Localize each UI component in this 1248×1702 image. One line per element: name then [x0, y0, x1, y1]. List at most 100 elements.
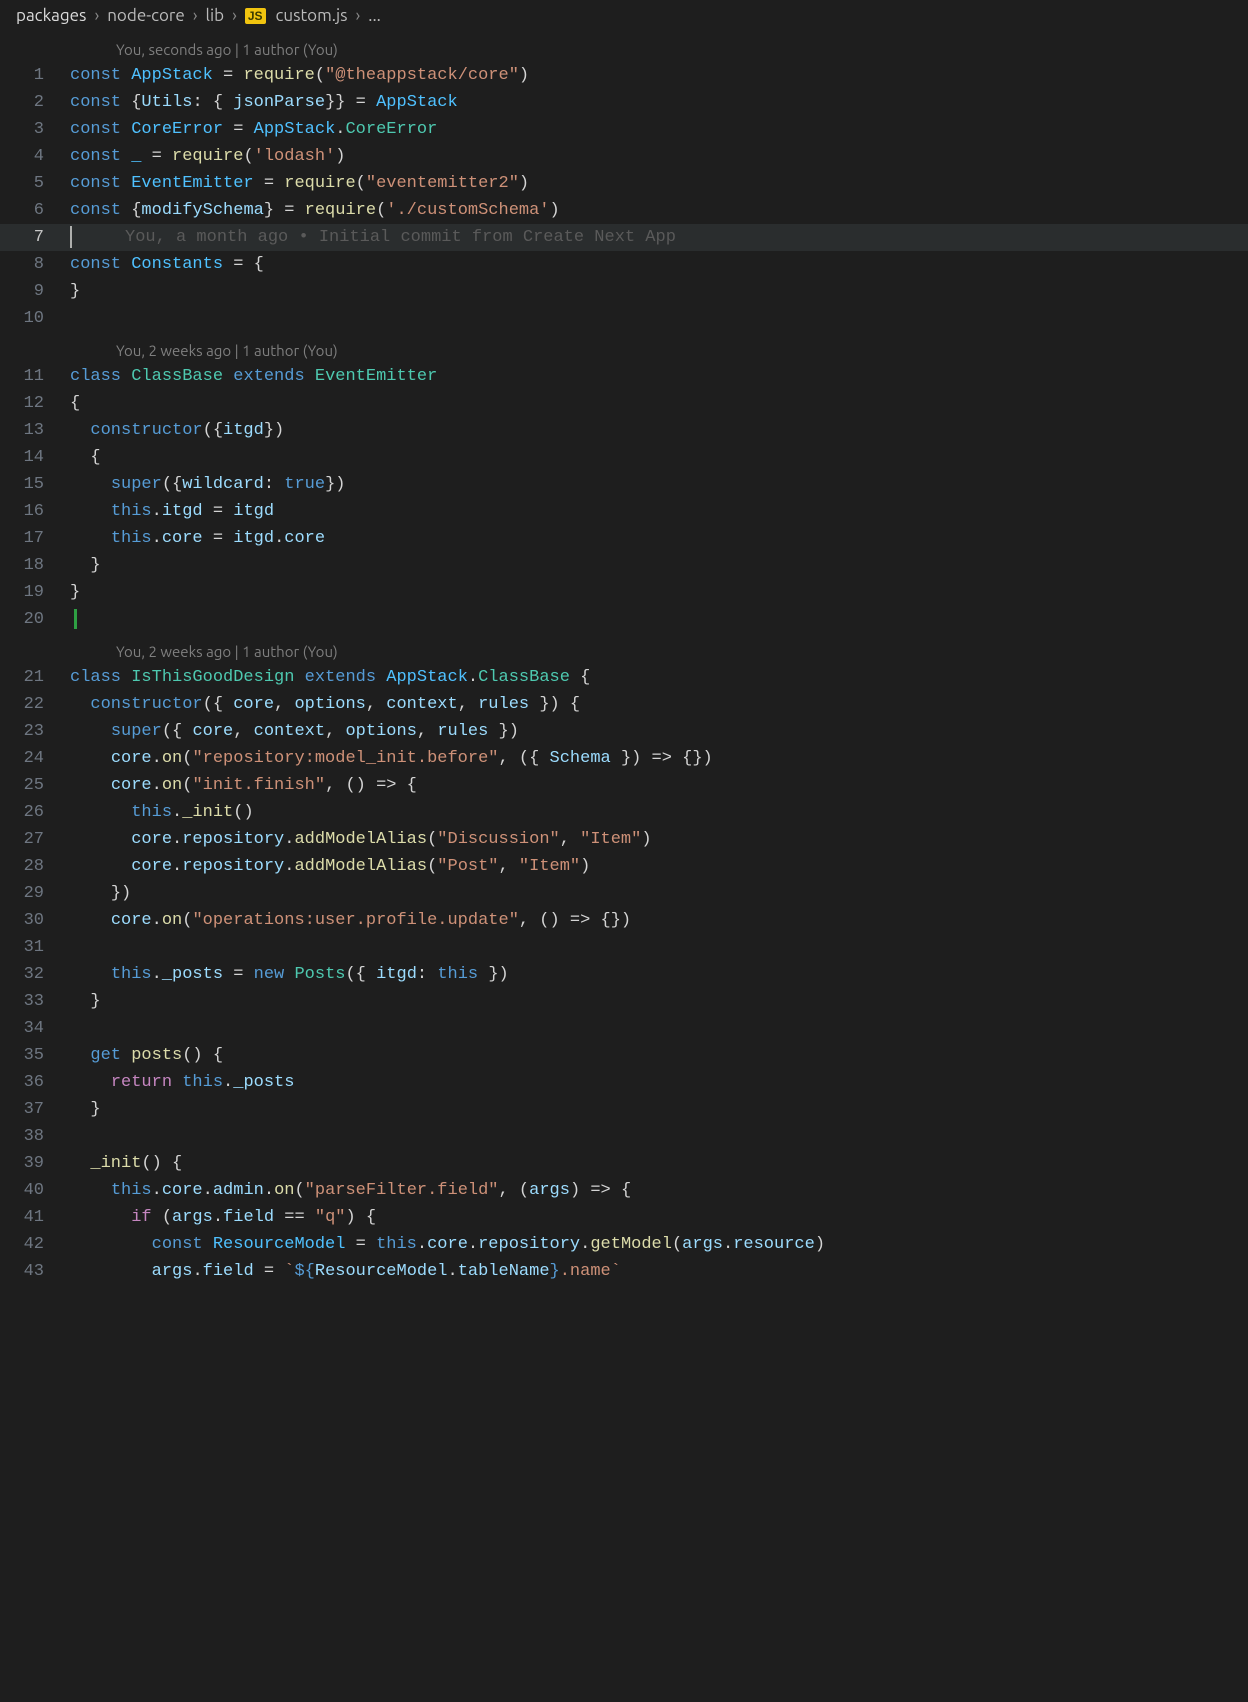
code-line[interactable]: 32 this._posts = new Posts({ itgd: this …	[0, 961, 1248, 988]
line-number: 36	[0, 1069, 70, 1096]
code-line[interactable]: 10	[0, 305, 1248, 332]
line-number: 37	[0, 1096, 70, 1123]
line-number: 2	[0, 89, 70, 116]
code-line[interactable]: 34	[0, 1015, 1248, 1042]
line-number: 12	[0, 390, 70, 417]
line-number: 27	[0, 826, 70, 853]
codelens-annotation[interactable]: You, 2 weeks ago | 1 author (You)	[0, 342, 1248, 359]
code-line[interactable]: 23 super({ core, context, options, rules…	[0, 718, 1248, 745]
line-number: 32	[0, 961, 70, 988]
code-line[interactable]: 11class ClassBase extends EventEmitter	[0, 363, 1248, 390]
code-line[interactable]: 15 super({wildcard: true})	[0, 471, 1248, 498]
line-number: 3	[0, 116, 70, 143]
line-number: 34	[0, 1015, 70, 1042]
line-number: 1	[0, 62, 70, 89]
code-line[interactable]: 4const _ = require('lodash')	[0, 143, 1248, 170]
code-line[interactable]: 39 _init() {	[0, 1150, 1248, 1177]
code-line[interactable]: 18 }	[0, 552, 1248, 579]
code-line[interactable]: 30 core.on("operations:user.profile.upda…	[0, 907, 1248, 934]
chevron-right-icon: ›	[94, 6, 99, 25]
breadcrumb[interactable]: packages › node-core › lib › JS custom.j…	[0, 0, 1248, 31]
line-number: 29	[0, 880, 70, 907]
line-number: 5	[0, 170, 70, 197]
line-number: 21	[0, 664, 70, 691]
code-line[interactable]: 22 constructor({ core, options, context,…	[0, 691, 1248, 718]
code-line[interactable]: 9}	[0, 278, 1248, 305]
inline-blame: You, a month ago • Initial commit from C…	[125, 228, 676, 247]
code-line[interactable]: 8const Constants = {	[0, 251, 1248, 278]
code-line[interactable]: 43 args.field = `${ResourceModel.tableNa…	[0, 1258, 1248, 1285]
line-number: 42	[0, 1231, 70, 1258]
code-line[interactable]: 37 }	[0, 1096, 1248, 1123]
gutter-added-icon	[74, 609, 77, 629]
code-line[interactable]: 14 {	[0, 444, 1248, 471]
code-line[interactable]: 5const EventEmitter = require("eventemit…	[0, 170, 1248, 197]
line-number: 43	[0, 1258, 70, 1285]
code-line[interactable]: 38	[0, 1123, 1248, 1150]
code-line[interactable]: 12{	[0, 390, 1248, 417]
line-number: 24	[0, 745, 70, 772]
code-line[interactable]: 16 this.itgd = itgd	[0, 498, 1248, 525]
code-line[interactable]: 19}	[0, 579, 1248, 606]
code-line[interactable]: 24 core.on("repository:model_init.before…	[0, 745, 1248, 772]
breadcrumb-seg[interactable]: lib	[206, 6, 225, 25]
line-number: 30	[0, 907, 70, 934]
code-line[interactable]: 33 }	[0, 988, 1248, 1015]
code-line[interactable]: 6const {modifySchema} = require('./custo…	[0, 197, 1248, 224]
line-number: 8	[0, 251, 70, 278]
code-line[interactable]: 31	[0, 934, 1248, 961]
chevron-right-icon: ›	[232, 6, 237, 25]
line-number: 7	[0, 224, 70, 251]
code-line[interactable]: 40 this.core.admin.on("parseFilter.field…	[0, 1177, 1248, 1204]
codelens-annotation[interactable]: You, 2 weeks ago | 1 author (You)	[0, 643, 1248, 660]
code-line[interactable]: 13 constructor({itgd})	[0, 417, 1248, 444]
code-line[interactable]: 2const {Utils: { jsonParse}} = AppStack	[0, 89, 1248, 116]
chevron-right-icon: ›	[355, 6, 360, 25]
line-number: 33	[0, 988, 70, 1015]
line-number: 14	[0, 444, 70, 471]
line-number: 17	[0, 525, 70, 552]
code-line[interactable]: 29 })	[0, 880, 1248, 907]
code-editor[interactable]: You, seconds ago | 1 author (You) 1const…	[0, 41, 1248, 1285]
code-line[interactable]: 21class IsThisGoodDesign extends AppStac…	[0, 664, 1248, 691]
line-number: 20	[0, 606, 70, 633]
js-file-icon: JS	[245, 8, 266, 24]
line-number: 10	[0, 305, 70, 332]
line-number: 39	[0, 1150, 70, 1177]
breadcrumb-seg[interactable]: packages	[16, 6, 86, 25]
code-line-current[interactable]: 7 You, a month ago • Initial commit from…	[0, 224, 1248, 251]
line-number: 35	[0, 1042, 70, 1069]
codelens-annotation[interactable]: You, seconds ago | 1 author (You)	[0, 41, 1248, 58]
code-line[interactable]: 3const CoreError = AppStack.CoreError	[0, 116, 1248, 143]
line-number: 23	[0, 718, 70, 745]
code-line[interactable]: 42 const ResourceModel = this.core.repos…	[0, 1231, 1248, 1258]
line-number: 11	[0, 363, 70, 390]
line-number: 40	[0, 1177, 70, 1204]
code-line[interactable]: 36 return this._posts	[0, 1069, 1248, 1096]
code-line[interactable]: 25 core.on("init.finish", () => {	[0, 772, 1248, 799]
line-number: 38	[0, 1123, 70, 1150]
code-line[interactable]: 35 get posts() {	[0, 1042, 1248, 1069]
line-number: 26	[0, 799, 70, 826]
cursor-icon	[70, 226, 72, 248]
line-number: 41	[0, 1204, 70, 1231]
code-line[interactable]: 41 if (args.field == "q") {	[0, 1204, 1248, 1231]
line-number: 4	[0, 143, 70, 170]
line-number: 18	[0, 552, 70, 579]
line-number: 16	[0, 498, 70, 525]
line-number: 25	[0, 772, 70, 799]
breadcrumb-seg[interactable]: node-core	[107, 6, 185, 25]
breadcrumb-seg[interactable]: ...	[368, 6, 381, 25]
line-number: 9	[0, 278, 70, 305]
code-line[interactable]: 26 this._init()	[0, 799, 1248, 826]
code-line[interactable]: 20	[0, 606, 1248, 633]
code-line[interactable]: 1const AppStack = require("@theappstack/…	[0, 62, 1248, 89]
code-line[interactable]: 28 core.repository.addModelAlias("Post",…	[0, 853, 1248, 880]
code-line[interactable]: 17 this.core = itgd.core	[0, 525, 1248, 552]
code-line[interactable]: 27 core.repository.addModelAlias("Discus…	[0, 826, 1248, 853]
line-number: 15	[0, 471, 70, 498]
line-number: 19	[0, 579, 70, 606]
line-number: 28	[0, 853, 70, 880]
chevron-right-icon: ›	[193, 6, 198, 25]
breadcrumb-seg[interactable]: custom.js	[276, 6, 348, 25]
